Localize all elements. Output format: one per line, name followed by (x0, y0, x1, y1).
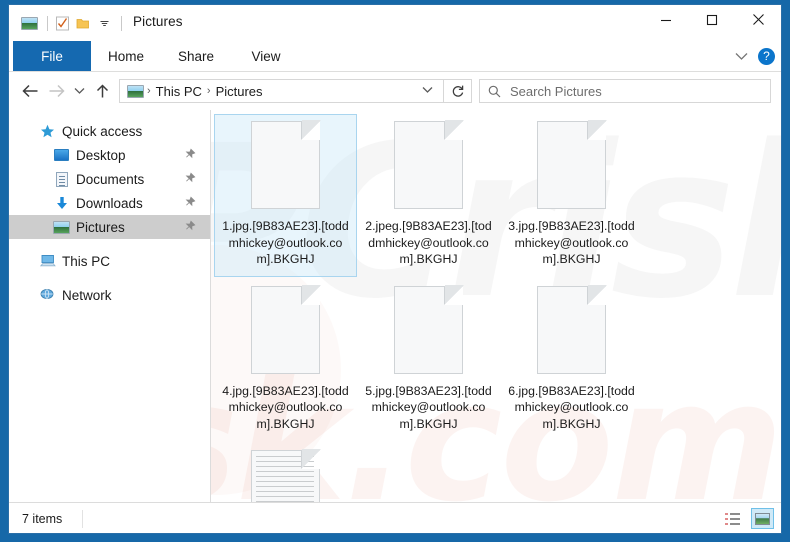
back-button[interactable] (17, 78, 43, 104)
forward-button[interactable] (43, 78, 69, 104)
ribbon-tabs: File Home Share View (9, 41, 781, 71)
blank-file-icon (537, 284, 607, 374)
toolbar-divider-2 (121, 15, 122, 31)
title-bar: Pictures (9, 5, 781, 41)
quick-access-toolbar (21, 13, 127, 33)
tab-file[interactable]: File (13, 41, 91, 71)
blank-file-icon (537, 120, 607, 209)
breadcrumb-this-pc[interactable]: This PC (152, 84, 206, 99)
sidebar-item-label: Pictures (76, 219, 125, 235)
navigation-pane: Quick access Desktop Documents Downloads… (9, 110, 210, 502)
sidebar-item-quick-access[interactable]: Quick access (9, 119, 210, 143)
file-name: 1.jpg.[9B83AE23].[toddmhickey@outlook.co… (222, 219, 349, 266)
file-item[interactable]: 2.jpeg.[9B83AE23].[toddmhickey@outlook.c… (357, 114, 500, 277)
sidebar-item-label: Downloads (76, 195, 143, 211)
ribbon-tabs-bar: File Home Share View ? (9, 41, 781, 72)
tab-view[interactable]: View (231, 41, 301, 71)
blank-file-icon (251, 120, 321, 209)
blank-file-icon (394, 120, 464, 209)
pictures-icon (53, 219, 70, 235)
close-button[interactable] (735, 5, 781, 34)
star-icon (39, 123, 56, 139)
details-view-icon[interactable] (721, 508, 744, 529)
explorer-window: Pictures File Home Share View ? › This P… (8, 4, 782, 534)
address-breadcrumb-box[interactable]: › This PC › Pictures (119, 79, 444, 103)
file-grid: 1.jpg.[9B83AE23].[toddmhickey@outlook.co… (211, 110, 781, 502)
blank-file-icon (251, 284, 321, 374)
large-icons-view-icon[interactable] (751, 508, 774, 529)
sidebar-item-downloads[interactable]: Downloads (9, 191, 210, 215)
file-list-pane[interactable]: PCrisk risk.com 1.jpg.[9B83AE23].[toddmh… (210, 110, 781, 502)
file-item[interactable]: 6.jpg.[9B83AE23].[toddmhickey@outlook.co… (500, 279, 643, 442)
maximize-button[interactable] (689, 5, 735, 34)
minimize-button[interactable] (643, 5, 689, 34)
downloads-icon (53, 195, 70, 211)
item-count-label: 7 items (22, 511, 63, 526)
search-icon (488, 85, 501, 98)
file-item[interactable]: 5.jpg.[9B83AE23].[toddmhickey@outlook.co… (357, 279, 500, 442)
recent-locations-button[interactable] (69, 78, 89, 104)
blank-file-icon (394, 284, 464, 374)
sidebar-item-label: Documents (76, 171, 145, 187)
file-item[interactable]: 3.jpg.[9B83AE23].[toddmhickey@outlook.co… (500, 114, 643, 277)
sidebar-item-label: This PC (62, 253, 111, 269)
pin-icon[interactable] (180, 146, 198, 164)
sidebar-item-label: Network (62, 287, 112, 303)
new-folder-icon[interactable] (74, 14, 92, 32)
file-item[interactable]: readme-warning.txt (214, 443, 357, 502)
status-bar: 7 items (9, 502, 781, 533)
sidebar-item-network[interactable]: Network (9, 283, 210, 307)
customize-dropdown-icon[interactable] (95, 14, 113, 32)
status-divider (82, 509, 84, 528)
documents-icon (53, 171, 70, 187)
file-name: 6.jpg.[9B83AE23].[toddmhickey@outlook.co… (508, 383, 635, 431)
sidebar-item-label: Quick access (62, 123, 143, 139)
picture-icon[interactable] (21, 14, 39, 32)
search-box[interactable]: Search Pictures (479, 79, 771, 103)
pin-icon[interactable] (180, 170, 198, 188)
toolbar-divider (47, 15, 48, 31)
this-pc-icon (39, 253, 56, 269)
tab-home[interactable]: Home (91, 41, 161, 71)
tab-share[interactable]: Share (161, 41, 231, 71)
sidebar-item-this-pc[interactable]: This PC (9, 249, 210, 273)
sidebar-item-label: Desktop (76, 147, 126, 163)
address-dropdown-icon[interactable] (416, 85, 439, 97)
desktop-icon (53, 147, 70, 163)
search-input[interactable]: Search Pictures (510, 84, 602, 99)
up-button[interactable] (89, 78, 115, 104)
pin-icon[interactable] (180, 194, 198, 212)
network-icon (39, 287, 56, 303)
help-button[interactable]: ? (758, 47, 775, 65)
content-area: Quick access Desktop Documents Downloads… (9, 110, 781, 502)
file-item[interactable]: 1.jpg.[9B83AE23].[toddmhickey@outlook.co… (214, 114, 357, 277)
sidebar-item-pictures[interactable]: Pictures (9, 215, 210, 239)
chevron-down-icon[interactable] (735, 52, 748, 61)
file-name: 5.jpg.[9B83AE23].[toddmhickey@outlook.co… (365, 383, 492, 431)
file-name: 4.jpg.[9B83AE23].[toddmhickey@outlook.co… (222, 383, 349, 431)
view-mode-buttons (721, 508, 774, 529)
file-name: 3.jpg.[9B83AE23].[toddmhickey@outlook.co… (508, 219, 635, 266)
address-bar: › This PC › Pictures Search Pictures (9, 72, 781, 110)
breadcrumb-pictures[interactable]: Pictures (212, 84, 267, 99)
text-file-icon (251, 449, 321, 502)
sidebar-item-documents[interactable]: Documents (9, 167, 210, 191)
pin-icon[interactable] (180, 218, 198, 236)
file-name: 2.jpeg.[9B83AE23].[toddmhickey@outlook.c… (365, 219, 492, 266)
properties-icon[interactable] (53, 14, 71, 32)
file-item[interactable]: 4.jpg.[9B83AE23].[toddmhickey@outlook.co… (214, 279, 357, 442)
caption-buttons (643, 5, 781, 34)
window-title: Pictures (133, 14, 183, 29)
ribbon-right-controls: ? (735, 41, 775, 71)
refresh-button[interactable] (444, 79, 472, 103)
sidebar-item-desktop[interactable]: Desktop (9, 143, 210, 167)
breadcrumb-picture-icon (127, 84, 144, 98)
